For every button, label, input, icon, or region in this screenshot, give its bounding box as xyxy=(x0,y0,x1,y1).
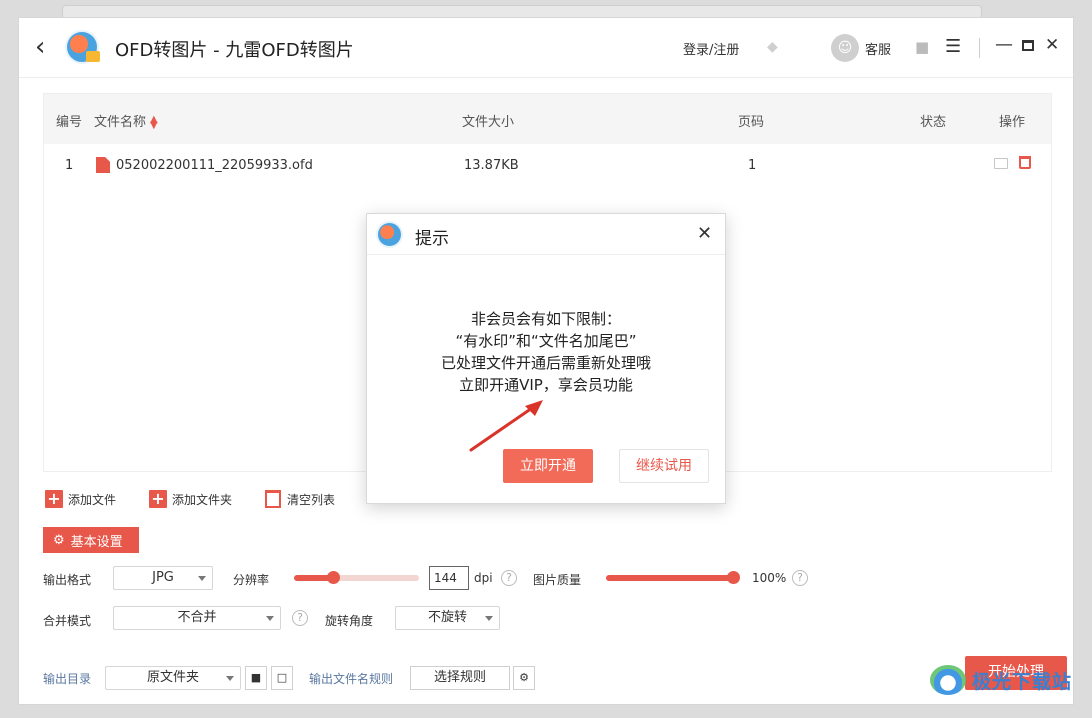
trash-icon xyxy=(265,490,281,508)
title-bar: ‹ OFD转图片 - 九雷OFD转图片 登录/注册 ◆ ☺ 客服 ■ ☰ — ✕ xyxy=(19,18,1073,78)
dialog-message-line: 非会员会有如下限制： xyxy=(470,310,621,328)
output-dir-label: 输出目录 xyxy=(43,672,92,686)
chevron-down-icon xyxy=(226,676,234,681)
add-folder-label: 添加文件夹 xyxy=(172,492,233,507)
minimize-button[interactable]: — xyxy=(995,34,1013,55)
sort-icon[interactable]: ▲ ▼ xyxy=(150,114,158,130)
header-status: 状态 xyxy=(920,115,947,130)
rotation-value: 不旋转 xyxy=(427,610,467,625)
merge-mode-label: 合并模式 xyxy=(43,614,92,628)
add-folder-icon: + xyxy=(149,490,167,508)
customer-service-link[interactable]: 客服 xyxy=(865,39,891,58)
header-filename[interactable]: 文件名称 ▲ ▼ xyxy=(94,111,158,130)
chevron-down-icon xyxy=(198,576,206,581)
ofd-file-icon xyxy=(96,157,110,173)
filename-rule-label: 输出文件名规则 xyxy=(309,672,394,686)
resolution-label: 分辨率 xyxy=(233,573,270,587)
table-header: 编号 文件名称 ▲ ▼ 文件大小 页码 状态 操作 xyxy=(44,94,1051,144)
row-pages: 1 xyxy=(748,158,757,173)
resolution-slider-handle[interactable] xyxy=(326,571,340,584)
maximize-button[interactable] xyxy=(1022,40,1034,51)
open-folder-icon: □ xyxy=(276,671,288,684)
header-filesize: 文件大小 xyxy=(462,115,515,130)
login-register-link[interactable]: 登录/注册 xyxy=(683,39,739,58)
clear-list-label: 清空列表 xyxy=(287,492,336,507)
gear-icon: ⚙ xyxy=(519,671,529,684)
basic-settings-label: 基本设置 xyxy=(70,534,123,550)
title-separator xyxy=(979,38,980,58)
header-actions: 操作 xyxy=(999,115,1026,130)
add-folder-button[interactable]: + 添加文件夹 xyxy=(149,488,232,510)
basic-settings-tab[interactable]: ⚙ 基本设置 xyxy=(43,527,139,553)
rule-settings-button[interactable]: ⚙ xyxy=(513,666,535,690)
dialog-message-line: 已处理文件开通后需重新处理哦 xyxy=(440,354,651,372)
row-index: 1 xyxy=(65,158,74,173)
resolution-slider[interactable] xyxy=(294,571,419,584)
quality-slider[interactable] xyxy=(606,571,740,584)
resolution-help-icon[interactable]: ? xyxy=(501,570,517,586)
dialog-close-button[interactable]: ✕ xyxy=(697,223,712,244)
watermark-text: 极光下载站 xyxy=(972,670,1073,693)
quality-value: 100% xyxy=(752,571,787,585)
dialog-message-line: 立即开通VIP，享会员功能 xyxy=(459,376,633,394)
output-format-label: 输出格式 xyxy=(43,573,92,587)
dialog-title: 提示 xyxy=(415,229,449,249)
skin-shirt-icon[interactable]: ■ xyxy=(915,38,929,56)
quality-label: 图片质量 xyxy=(533,573,582,587)
chevron-down-icon xyxy=(485,616,493,621)
header-pages: 页码 xyxy=(738,115,765,130)
resolution-input[interactable]: 144 xyxy=(429,566,469,590)
app-title: OFD转图片 - 九雷OFD转图片 xyxy=(115,40,354,61)
annotation-arrow-icon xyxy=(469,400,543,452)
output-dir-value: 原文件夹 xyxy=(146,670,199,685)
table-row[interactable]: 1 052002200111_22059933.ofd 13.87KB 1 xyxy=(44,144,1051,186)
vip-prompt-dialog: 提示 ✕ 非会员会有如下限制： “有水印”和“文件名加尾巴” 已处理文件开通后需… xyxy=(366,213,726,504)
open-folder-icon[interactable] xyxy=(994,158,1008,169)
dialog-message: 非会员会有如下限制： “有水印”和“文件名加尾巴” 已处理文件开通后需重新处理哦… xyxy=(367,308,725,396)
close-button[interactable]: ✕ xyxy=(1045,35,1059,55)
dialog-message-line: “有水印”和“文件名加尾巴” xyxy=(455,332,637,350)
quality-slider-fill xyxy=(606,575,733,581)
quality-help-icon[interactable]: ? xyxy=(792,570,808,586)
folder-icon: ■ xyxy=(250,671,262,684)
dialog-header: 提示 ✕ xyxy=(367,214,725,255)
header-index: 编号 xyxy=(56,115,83,130)
activate-vip-button[interactable]: 立即开通 xyxy=(503,449,593,483)
output-format-value: JPG xyxy=(152,570,174,585)
app-logo xyxy=(376,221,403,248)
app-logo xyxy=(65,30,100,64)
back-button[interactable]: ‹ xyxy=(35,34,57,61)
open-output-folder-button[interactable]: □ xyxy=(271,666,293,690)
merge-mode-select[interactable]: 不合并 xyxy=(113,606,281,630)
merge-mode-value: 不合并 xyxy=(177,610,217,625)
chevron-down-icon xyxy=(266,616,274,621)
resolution-unit: dpi xyxy=(474,571,493,585)
quality-slider-handle[interactable] xyxy=(727,571,740,584)
menu-icon[interactable]: ☰ xyxy=(945,36,961,57)
rotation-label: 旋转角度 xyxy=(325,614,374,628)
browse-folder-button[interactable]: ■ xyxy=(245,666,267,690)
merge-help-icon[interactable]: ? xyxy=(292,610,308,626)
rotation-select[interactable]: 不旋转 xyxy=(395,606,500,630)
add-file-label: 添加文件 xyxy=(68,492,117,507)
output-format-select[interactable]: JPG xyxy=(113,566,213,590)
row-filename: 052002200111_22059933.ofd xyxy=(116,158,313,173)
gear-icon: ⚙ xyxy=(53,532,65,548)
vip-diamond-icon[interactable]: ◆ xyxy=(767,39,785,55)
header-filename-label: 文件名称 xyxy=(94,115,147,130)
output-dir-select[interactable]: 原文件夹 xyxy=(105,666,241,690)
continue-trial-button[interactable]: 继续试用 xyxy=(619,449,709,483)
row-filesize: 13.87KB xyxy=(464,158,519,173)
customer-service-icon[interactable]: ☺ xyxy=(831,34,859,62)
delete-icon[interactable] xyxy=(1019,156,1031,169)
add-file-button[interactable]: + 添加文件 xyxy=(45,488,116,510)
watermark-logo xyxy=(930,665,966,695)
clear-list-button[interactable]: 清空列表 xyxy=(265,488,335,510)
add-file-icon: + xyxy=(45,490,63,508)
choose-rule-button[interactable]: 选择规则 xyxy=(410,666,510,690)
watermark: 极光下载站 xyxy=(930,662,1072,698)
